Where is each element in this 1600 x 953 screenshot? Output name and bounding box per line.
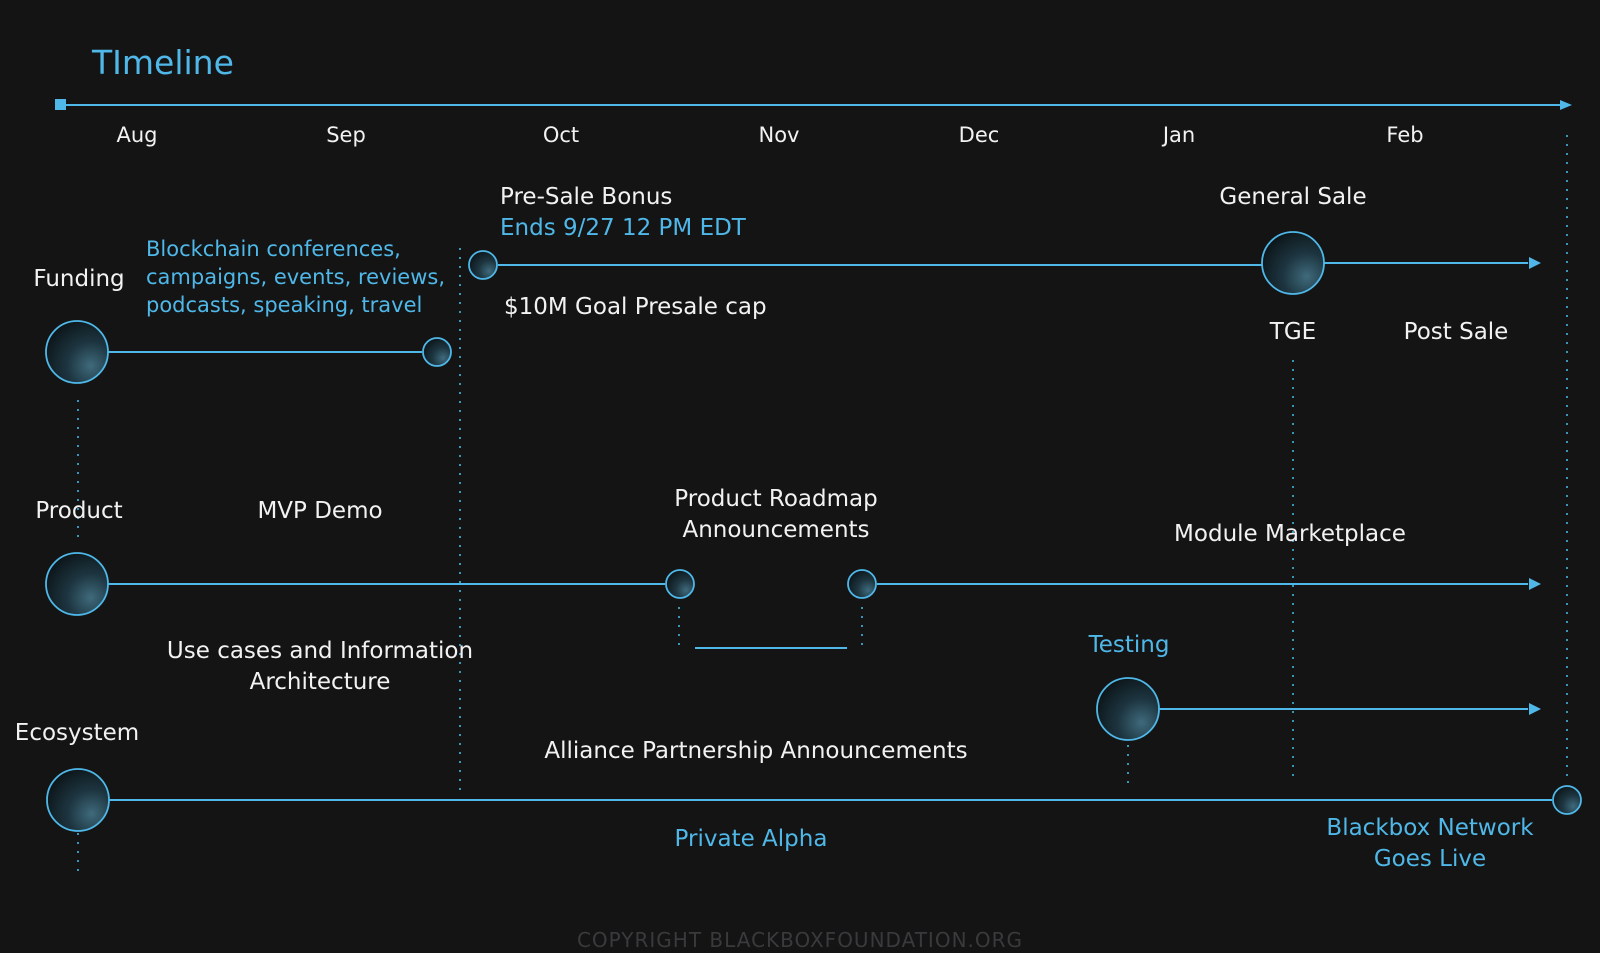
funding-node (45, 320, 109, 384)
private-alpha-label: Private Alpha (674, 826, 828, 852)
marketing-note: Blockchain conferences, campaigns, event… (146, 235, 445, 319)
network-live-label-line-2: Goes Live (1373, 846, 1487, 872)
roadmap-node-2 (847, 569, 877, 599)
network-live-label: Blackbox Network Goes Live (1326, 813, 1533, 875)
timeline-diagram (45, 99, 1582, 875)
post-sale-label: Post Sale (1403, 319, 1509, 345)
month-label-jan: Jan (1162, 123, 1196, 147)
ecosystem-node (46, 768, 110, 832)
month-label-sep: Sep (326, 123, 366, 147)
roadmap-label: Product Roadmap Announcements (674, 484, 877, 546)
presale-goal: $10M Goal Presale cap (504, 294, 767, 320)
track-arrowheads (1529, 257, 1541, 715)
tge-node (1261, 231, 1325, 295)
tge-label: TGE (1269, 319, 1317, 345)
alliance-label: Alliance Partnership Announcements (544, 738, 968, 764)
month-label-nov: Nov (758, 123, 800, 147)
track-label-funding: Funding (33, 266, 125, 292)
axis-arrowhead (1560, 100, 1572, 110)
use-cases-label-line-2: Architecture (249, 669, 391, 695)
track-label-product: Product (35, 498, 123, 524)
presale-title: Pre-Sale Bonus (500, 184, 673, 210)
presale-node (468, 250, 498, 280)
track-label-ecosystem: Ecosystem (14, 720, 140, 746)
network-live-label-line-1: Blackbox Network (1326, 815, 1534, 841)
mvp-demo-label: MVP Demo (257, 498, 383, 524)
marketing-note-line-3: podcasts, speaking, travel (146, 293, 423, 317)
testing-arrowhead (1529, 703, 1541, 715)
month-label-feb: Feb (1386, 123, 1424, 147)
roadmap-label-line-1: Product Roadmap (674, 486, 878, 512)
product-node (45, 552, 109, 616)
page-title: TImeline (92, 43, 234, 82)
use-cases-label-line-1: Use cases and Information (166, 638, 474, 664)
month-label-dec: Dec (958, 123, 1000, 147)
presale-ends: Ends 9/27 12 PM EDT (500, 215, 746, 241)
roadmap-node-1 (665, 569, 695, 599)
module-marketplace-label: Module Marketplace (1174, 521, 1406, 547)
copyright-footer: COPYRIGHT BLACKBOXFOUNDATION.ORG (576, 928, 1024, 952)
marketing-note-line-1: Blockchain conferences, (146, 237, 401, 261)
testing-label: Testing (1088, 632, 1170, 658)
marketing-note-line-2: campaigns, events, reviews, (146, 265, 446, 289)
postsale-arrowhead (1529, 257, 1541, 269)
product-arrowhead (1529, 578, 1541, 590)
testing-node (1096, 677, 1160, 741)
general-sale-label: General Sale (1219, 184, 1367, 210)
use-cases-label: Use cases and Information Architecture (167, 636, 473, 698)
month-label-oct: Oct (542, 123, 580, 147)
roadmap-label-line-2: Announcements (682, 517, 870, 543)
month-label-aug: Aug (116, 123, 158, 147)
marketing-end-node (422, 337, 452, 367)
network-live-node (1552, 785, 1582, 815)
